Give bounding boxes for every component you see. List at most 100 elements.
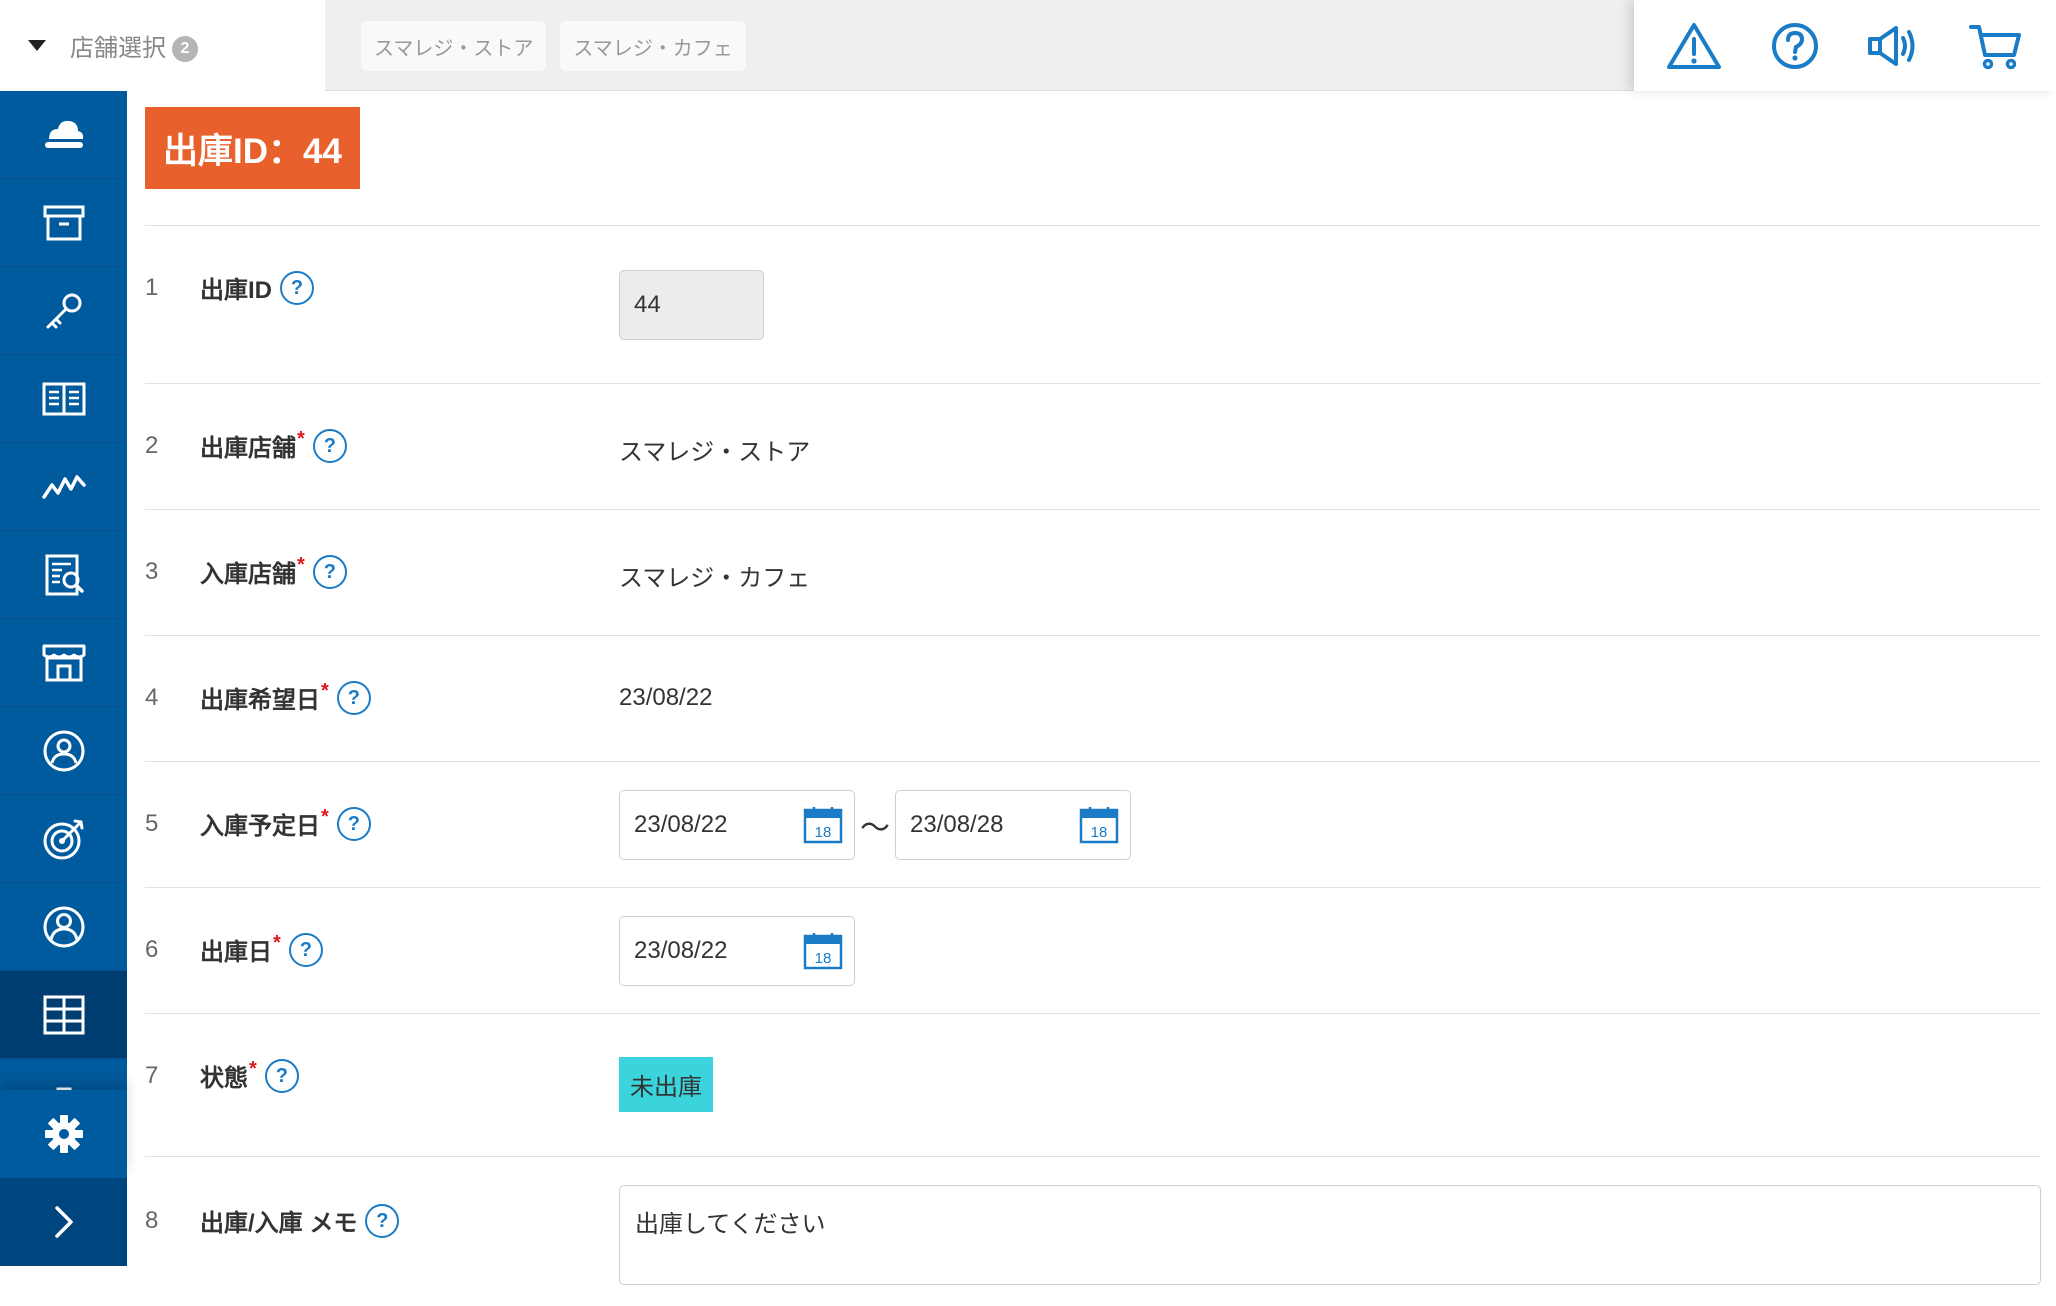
required-mark: * (273, 932, 281, 954)
row-number: 8 (145, 1207, 159, 1234)
help-icon[interactable]: ? (336, 806, 371, 841)
sidebar-item-book[interactable] (0, 355, 127, 443)
field-label: 出庫日 * ? (200, 932, 323, 967)
sidebar-item-analytics[interactable] (0, 443, 127, 531)
sidebar-item-report[interactable] (0, 531, 127, 619)
sidebar-item-target[interactable] (0, 795, 127, 883)
help-icon[interactable]: ? (336, 680, 371, 715)
required-mark: * (249, 1058, 257, 1080)
shipment-date-value: 23/08/22 (634, 937, 728, 964)
field-label-text: 出庫希望日 (200, 687, 320, 714)
inventory-icon (43, 995, 84, 1034)
form-row-scheduled-arrival: 5 入庫予定日 * ? 23/08/22 18 〜 23/08/28 18 (145, 761, 2041, 887)
sidebar-item-cloud[interactable] (0, 91, 127, 179)
field-label: 入庫予定日 * ? (200, 806, 371, 841)
calendar-icon[interactable]: 18 (1078, 805, 1120, 845)
store-chip[interactable]: スマレジ・カフェ (560, 21, 746, 71)
key-icon (46, 293, 81, 328)
store-count-badge: 2 (172, 35, 198, 62)
field-label-text: 出庫店舗 (200, 435, 296, 462)
help-icon[interactable]: ? (288, 932, 323, 967)
field-label: 出庫/入庫 メモ ? (200, 1203, 400, 1238)
settings-button[interactable] (0, 1090, 127, 1178)
header-actions (1634, 0, 2056, 91)
field-label-text: 出庫日 (200, 939, 272, 966)
store-select-dropdown[interactable]: 店舗選択 2 (0, 0, 325, 91)
cart-icon[interactable] (1966, 16, 2026, 76)
staff-icon (43, 906, 84, 947)
calendar-icon[interactable]: 18 (802, 931, 844, 971)
form-row-shipment-id: 1 出庫ID ? 44 (145, 225, 2041, 383)
form-row-shipment-date: 6 出庫日 * ? 23/08/22 18 (145, 887, 2041, 1013)
form-row-source-store: 2 出庫店舗 * ? スマレジ・ストア (145, 383, 2041, 509)
requested-date-value: 23/08/22 (619, 684, 713, 711)
announcement-icon[interactable] (1865, 16, 1925, 76)
field-label-text: 入庫店舗 (200, 561, 296, 588)
report-icon (45, 554, 84, 595)
calendar-day: 18 (815, 824, 832, 841)
help-icon[interactable]: ? (312, 428, 347, 463)
help-icon[interactable]: ? (365, 1203, 400, 1238)
help-icon[interactable]: ? (280, 270, 314, 305)
book-icon (42, 382, 85, 415)
required-mark: * (321, 806, 329, 828)
customer-icon (43, 730, 84, 771)
main-content: 出庫ID：44 1 出庫ID ? 44 2 出庫店舗 * ? スマレジ・ストア … (127, 91, 2056, 1285)
calendar-day: 18 (1091, 824, 1108, 841)
help-icon[interactable] (1765, 16, 1825, 76)
row-number: 4 (145, 684, 159, 711)
form-row-destination-store: 3 入庫店舗 * ? スマレジ・カフェ (145, 509, 2041, 635)
archive-icon (43, 205, 84, 240)
row-number: 2 (145, 432, 159, 459)
field-label: 出庫希望日 * ? (200, 680, 371, 715)
calendar-day: 18 (815, 950, 832, 967)
field-label-text: 状態 (200, 1065, 248, 1092)
gear-icon (44, 1115, 83, 1153)
sidebar-bottom (0, 1090, 127, 1266)
required-mark: * (297, 428, 305, 450)
sidebar-item-inventory[interactable] (0, 971, 127, 1059)
caret-down-icon (28, 40, 46, 51)
arrival-from-input[interactable]: 23/08/22 18 (619, 790, 855, 860)
help-icon[interactable]: ? (264, 1058, 299, 1093)
status-badge: 未出庫 (619, 1057, 713, 1112)
calendar-icon[interactable]: 18 (802, 805, 844, 845)
row-number: 6 (145, 936, 159, 963)
required-mark: * (321, 680, 329, 702)
sidebar-item-archive[interactable] (0, 179, 127, 267)
help-icon[interactable]: ? (312, 554, 347, 589)
field-label: 出庫店舗 * ? (200, 428, 347, 463)
cloud-icon (44, 120, 83, 148)
sidebar-item-key[interactable] (0, 267, 127, 355)
form-row-memo: 8 出庫/入庫 メモ ? 出庫してください (145, 1156, 2041, 1306)
shipment-id-value: 44 (619, 270, 764, 340)
store-icon (42, 644, 85, 681)
shipment-form: 1 出庫ID ? 44 2 出庫店舗 * ? スマレジ・ストア 3 入庫店舗 *… (145, 225, 2041, 1306)
range-separator: 〜 (860, 812, 890, 845)
sidebar (0, 91, 127, 1266)
store-chip[interactable]: スマレジ・ストア (361, 21, 547, 71)
shipment-date-input[interactable]: 23/08/22 18 (619, 916, 855, 986)
warning-icon[interactable] (1664, 16, 1724, 76)
arrival-to-input[interactable]: 23/08/28 18 (895, 790, 1131, 860)
source-store-value: スマレジ・ストア (619, 439, 811, 466)
required-mark: * (297, 554, 305, 576)
store-select-label: 店舗選択 (70, 35, 166, 62)
sidebar-item-store[interactable] (0, 619, 127, 707)
row-number: 1 (145, 274, 159, 301)
sidebar-item-customer[interactable] (0, 707, 127, 795)
row-number: 7 (145, 1062, 159, 1089)
chart-icon (41, 474, 86, 499)
sidebar-item-staff[interactable] (0, 883, 127, 971)
shipment-date-field: 23/08/22 18 (619, 916, 855, 986)
target-icon (43, 819, 83, 859)
arrival-to-value: 23/08/28 (910, 811, 1004, 838)
row-number: 3 (145, 558, 159, 585)
memo-textarea[interactable]: 出庫してください (619, 1185, 2041, 1285)
destination-store-value: スマレジ・カフェ (619, 565, 811, 592)
expand-sidebar-button[interactable] (0, 1178, 127, 1266)
field-label: 出庫ID ? (200, 270, 314, 305)
field-label: 入庫店舗 * ? (200, 554, 347, 589)
field-label-text: 入庫予定日 (200, 813, 320, 840)
row-number: 5 (145, 810, 159, 837)
